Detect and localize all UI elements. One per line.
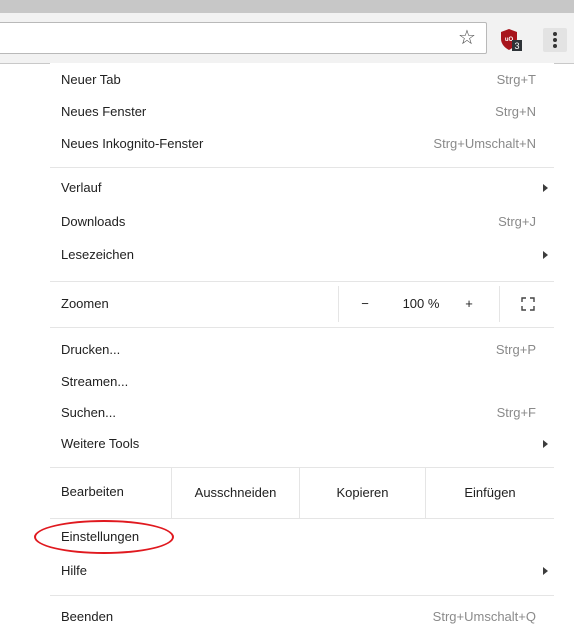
menu-item-more-tools[interactable]: Weitere Tools [50,430,554,458]
menu-item-label: Suchen... [61,405,116,420]
fullscreen-icon [521,297,535,311]
menu-separator [50,281,554,282]
menu-separator [50,327,554,328]
menu-item-shortcut: Strg+J [498,214,536,229]
zoom-in-button[interactable]: + [459,286,479,322]
menu-item-shortcut: Strg+Umschalt+N [433,136,536,151]
menu-item-edit: Bearbeiten Ausschneiden Kopieren Einfüge… [50,468,554,518]
menu-item-help[interactable]: Hilfe [50,557,554,585]
menu-item-shortcut: Strg+N [495,104,536,119]
star-icon[interactable]: ☆ [455,24,479,52]
menu-item-incognito-window[interactable]: Neues Inkognito-Fenster Strg+Umschalt+N [50,130,554,158]
edit-label: Bearbeiten [61,484,124,499]
zoom-controls: − 100 % + [338,286,555,322]
menu-item-label: Streamen... [61,374,129,389]
menu-item-label: Weitere Tools [61,436,140,451]
menu-item-label: Neuer Tab [61,72,121,87]
menu-item-shortcut: Strg+P [495,342,536,357]
menu-item-new-window[interactable]: Neues Fenster Strg+N [50,98,554,126]
menu-item-downloads[interactable]: Downloads Strg+J [50,208,554,236]
submenu-arrow-icon [543,567,548,575]
menu-separator [50,595,554,596]
menu-separator [50,518,554,519]
menu-item-settings[interactable]: Einstellungen [50,523,554,551]
zoom-label: Zoomen [61,296,109,311]
menu-item-shortcut: Strg+F [496,405,536,420]
chrome-main-menu: Neuer Tab Strg+T Neues Fenster Strg+N Ne… [50,63,554,636]
submenu-arrow-icon [543,251,548,259]
cut-button[interactable]: Ausschneiden [171,468,299,518]
fullscreen-button[interactable] [499,286,556,322]
menu-item-label: Neues Fenster [61,104,147,119]
submenu-arrow-icon [543,440,548,448]
menu-item-zoom: Zoomen − 100 % + [50,286,554,322]
copy-button[interactable]: Kopieren [299,468,425,518]
menu-item-label: Neues Inkognito-Fenster [61,136,204,151]
menu-item-label: Drucken... [61,342,121,357]
menu-item-label: Downloads [61,214,126,229]
submenu-arrow-icon [543,184,548,192]
menu-item-find[interactable]: Suchen... Strg+F [50,399,554,427]
browser-toolbar: ☆ uO 3 [0,13,574,64]
paste-button[interactable]: Einfügen [425,468,554,518]
ublock-origin-icon[interactable]: uO 3 [499,28,523,52]
menu-item-label: Verlauf [61,180,102,195]
menu-item-label: Lesezeichen [61,247,134,262]
menu-separator [50,167,554,168]
menu-item-new-tab[interactable]: Neuer Tab Strg+T [50,66,554,94]
menu-item-label: Beenden [61,609,114,624]
window-top-strip [0,0,574,13]
address-bar[interactable]: ☆ [0,22,487,54]
zoom-out-button[interactable]: − [357,286,373,322]
extension-badge: 3 [514,41,519,51]
menu-item-label: Hilfe [61,563,88,578]
menu-item-history[interactable]: Verlauf [50,174,554,202]
kebab-menu-icon[interactable] [543,28,567,52]
menu-item-cast[interactable]: Streamen... [50,368,554,396]
zoom-level: 100 % [402,296,440,311]
menu-item-shortcut: Strg+Umschalt+Q [432,609,536,624]
menu-item-shortcut: Strg+T [496,72,536,87]
menu-item-label: Einstellungen [61,529,140,544]
menu-item-bookmarks[interactable]: Lesezeichen [50,241,554,269]
menu-item-exit[interactable]: Beenden Strg+Umschalt+Q [50,603,554,631]
menu-item-print[interactable]: Drucken... Strg+P [50,336,554,364]
